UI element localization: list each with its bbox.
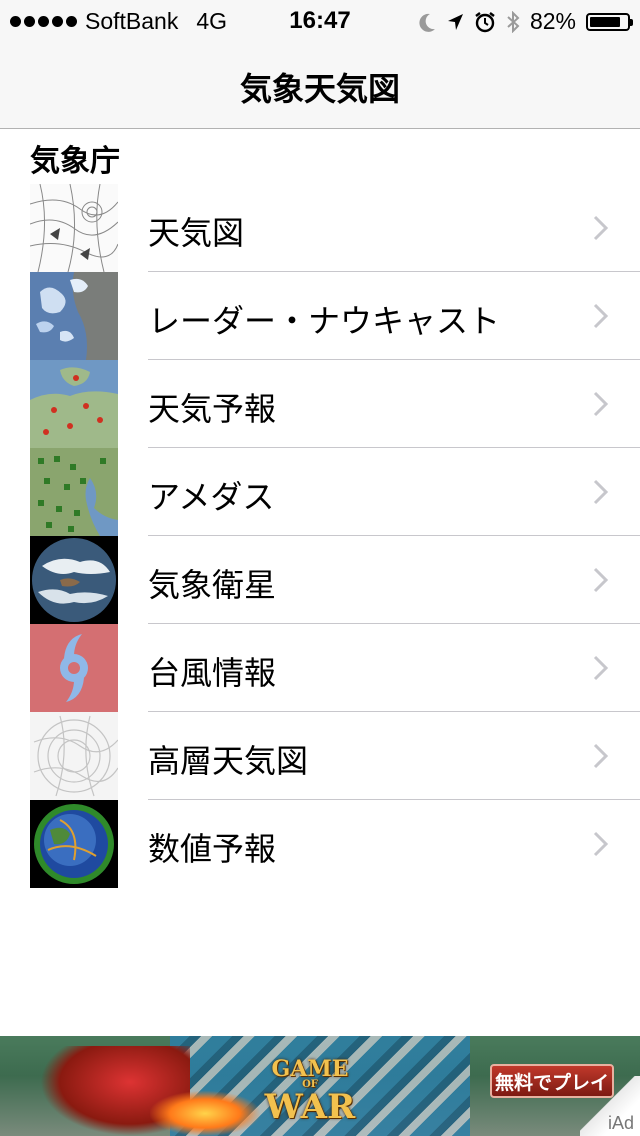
iad-badge: iAd	[607, 1113, 634, 1133]
ad-logo-line1: GAME	[271, 1056, 349, 1082]
radar-thumbnail	[30, 272, 118, 360]
ad-logo-line3: WAR	[264, 1087, 356, 1127]
list-item-radar-nowcast[interactable]: レーダー・ナウキャスト	[0, 272, 640, 360]
upper-air-map-thumbnail	[30, 712, 118, 800]
battery-icon	[586, 12, 633, 31]
chevron-right-icon	[593, 479, 609, 505]
list-item-label: 気象衛星	[148, 566, 277, 604]
battery-level-fill	[590, 16, 620, 27]
chevron-right-icon	[593, 655, 609, 681]
list-item-label: レーダー・ナウキャスト	[148, 302, 501, 340]
forecast-map-thumbnail	[30, 360, 118, 448]
list-item-amedas[interactable]: アメダス	[0, 448, 640, 536]
typhoon-thumbnail	[30, 624, 118, 712]
page-title: 気象天気図	[239, 70, 400, 108]
bluetooth-icon	[507, 10, 520, 33]
ad-fire-artwork	[150, 1091, 260, 1136]
numerical-forecast-thumbnail	[30, 800, 118, 888]
chevron-right-icon	[593, 743, 609, 769]
moon-icon	[419, 13, 435, 32]
chevron-right-icon	[593, 215, 609, 241]
status-right: 82%	[418, 8, 633, 35]
ad-game-logo: GAME OF WAR	[262, 1058, 358, 1124]
status-bar: SoftBank 4G 16:47 82%	[0, 0, 640, 40]
location-arrow-icon	[447, 13, 463, 30]
list-item-numerical-forecast[interactable]: 数値予報	[0, 800, 640, 888]
amedas-thumbnail	[30, 448, 118, 536]
list-item-label: 天気図	[148, 214, 245, 252]
alarm-icon	[475, 11, 495, 32]
list-item-label: 台風情報	[148, 654, 277, 692]
chevron-right-icon	[593, 831, 609, 857]
ad-banner[interactable]: GAME OF WAR 無料でプレイ iAd	[0, 1036, 640, 1136]
list-item-weather-map[interactable]: 天気図	[0, 184, 640, 272]
chevron-right-icon	[593, 567, 609, 593]
list-item-label: 天気予報	[148, 390, 277, 428]
battery-percent: 82%	[529, 8, 576, 34]
chevron-right-icon	[593, 391, 609, 417]
list-item-label: アメダス	[148, 478, 275, 516]
satellite-earth-thumbnail	[30, 536, 118, 624]
menu-list: 天気図 レーダー・ナウキャスト 天気予報 アメダス 気象衛星 台風情報 高層天気…	[0, 184, 640, 888]
list-item-forecast[interactable]: 天気予報	[0, 360, 640, 448]
list-item-satellite[interactable]: 気象衛星	[0, 536, 640, 624]
navigation-bar: 気象天気図	[0, 40, 640, 129]
section-header: 気象庁	[30, 144, 120, 179]
list-item-label: 高層天気図	[148, 742, 309, 780]
weather-map-thumbnail	[30, 184, 118, 272]
list-item-label: 数値予報	[148, 830, 277, 868]
list-item-upper-air-map[interactable]: 高層天気図	[0, 712, 640, 800]
list-item-typhoon[interactable]: 台風情報	[0, 624, 640, 712]
chevron-right-icon	[593, 303, 609, 329]
